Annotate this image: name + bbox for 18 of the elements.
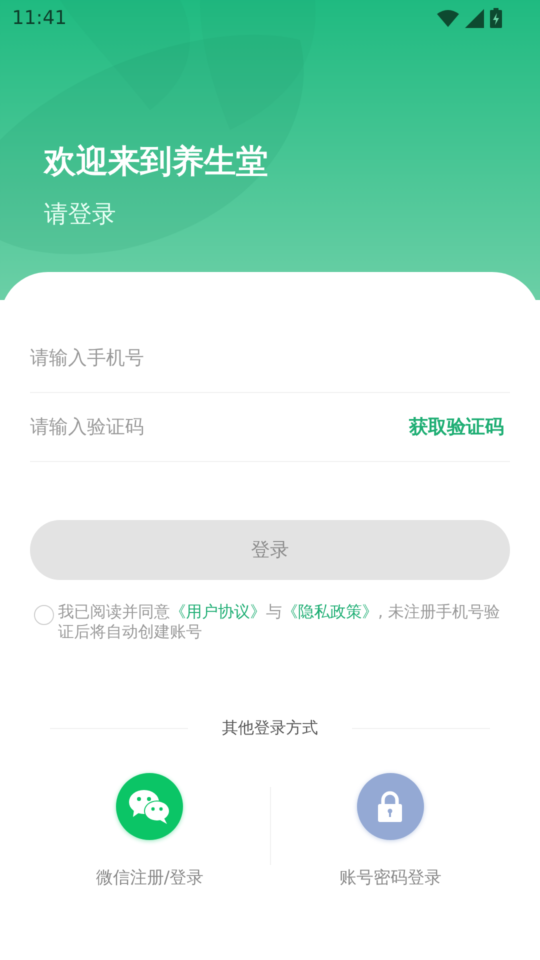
welcome-title: 欢迎来到养生堂 bbox=[44, 141, 269, 182]
agreement-link[interactable]: 《用户协议》 bbox=[170, 602, 266, 621]
wifi-icon bbox=[437, 9, 459, 27]
agreement-link[interactable]: 《隐私政策》 bbox=[282, 602, 378, 621]
battery-icon bbox=[490, 8, 502, 28]
status-time: 11:41 bbox=[12, 7, 67, 29]
agree-checkbox[interactable] bbox=[34, 605, 54, 625]
login-option[interactable]: 微信注册/登录 bbox=[30, 773, 270, 889]
agreement-text: 我已阅读并同意《用户协议》与《隐私政策》, 未注册手机号验证后将自动创建账号 bbox=[58, 602, 502, 642]
lock-icon bbox=[356, 773, 424, 840]
code-input-field[interactable]: 请输入验证码 bbox=[30, 416, 409, 438]
wechat-icon bbox=[116, 773, 184, 840]
login-option[interactable]: 账号密码登录 bbox=[270, 773, 510, 889]
other-login-title: 其他登录方式 bbox=[221, 718, 319, 739]
get-code-button[interactable]: 获取验证码 bbox=[409, 414, 510, 440]
phone-input-field[interactable]: 请输入手机号 bbox=[30, 347, 510, 369]
login-subtitle: 请登录 bbox=[44, 199, 117, 230]
signal-icon bbox=[465, 8, 484, 28]
